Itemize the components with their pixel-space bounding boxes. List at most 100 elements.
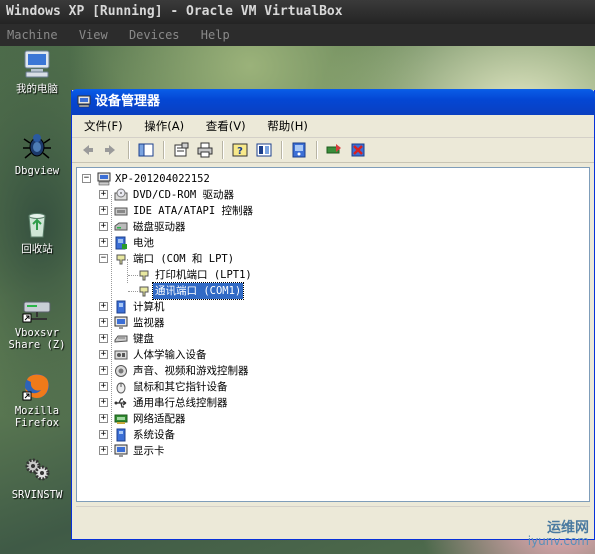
desktop-icon-label: SRVINSTW — [11, 489, 63, 501]
vm-menu-view[interactable]: View — [72, 24, 115, 46]
desktop-icon-firefox[interactable]: Mozilla Firefox — [6, 370, 68, 429]
expand-icon[interactable]: + — [99, 238, 108, 247]
toolbar-separator — [128, 141, 129, 159]
display-adapter-icon — [114, 444, 128, 457]
update-driver-button[interactable] — [323, 140, 345, 160]
tree-item-label: 显示卡 — [133, 445, 165, 457]
desktop-icon-label: Dbgview — [14, 165, 60, 177]
hid-icon — [114, 350, 128, 360]
tree-item-sound[interactable]: + 声音、视频和游戏控制器 — [77, 363, 589, 379]
computer-icon — [97, 172, 111, 186]
disk-drive-icon — [114, 222, 128, 231]
tree-item-ports[interactable]: − 端口 (COM 和 LPT) — [77, 251, 589, 267]
print-button[interactable] — [194, 140, 216, 160]
uninstall-button[interactable] — [347, 140, 369, 160]
expand-icon[interactable]: + — [99, 382, 108, 391]
keyboard-icon — [114, 335, 128, 343]
tree-item-network[interactable]: + 网络适配器 — [77, 411, 589, 427]
tree-item-hid[interactable]: + 人体学输入设备 — [77, 347, 589, 363]
show-hide-tree-button[interactable] — [135, 140, 157, 160]
speaker-icon — [115, 365, 127, 377]
tree-item-disk-drives[interactable]: + 磁盘驱动器 — [77, 219, 589, 235]
monitor-icon — [114, 316, 128, 329]
tree-item-keyboard[interactable]: + 键盘 — [77, 331, 589, 347]
print-icon — [197, 142, 213, 158]
desktop-icon-srvinstw[interactable]: SRVINSTW — [6, 454, 68, 501]
desktop: 我的电脑 Dbgview 回收站 Vboxsvr Share (Z) Mozil… — [0, 46, 595, 554]
window-title: 设备管理器 — [95, 94, 161, 109]
tree-item-label: 人体学输入设备 — [133, 349, 207, 361]
tree-item-label: 打印机端口 (LPT1) — [155, 269, 252, 281]
scan-hardware-button[interactable] — [288, 140, 310, 160]
expand-icon[interactable]: + — [99, 206, 108, 215]
back-icon — [83, 145, 93, 155]
forward-icon — [105, 145, 115, 155]
tree-root[interactable]: − XP-201204022152 — [77, 171, 589, 187]
desktop-icon-recycle-bin[interactable]: 回收站 — [6, 208, 68, 255]
view-button[interactable] — [253, 140, 275, 160]
network-adapter-icon — [114, 414, 128, 424]
forward-button[interactable] — [100, 140, 122, 160]
network-drive-icon — [22, 301, 51, 323]
tree-item-computer[interactable]: + 计算机 — [77, 299, 589, 315]
tree-item-monitors[interactable]: + 监视器 — [77, 315, 589, 331]
tree-item-system[interactable]: + 系统设备 — [77, 427, 589, 443]
tree-item-label: 鼠标和其它指针设备 — [133, 381, 228, 393]
tree-item-label: 键盘 — [133, 333, 154, 345]
tree-item-battery[interactable]: + 电池 — [77, 235, 589, 251]
expand-icon[interactable]: + — [99, 350, 108, 359]
expand-icon[interactable]: + — [99, 190, 108, 199]
tree-item-label: 端口 (COM 和 LPT) — [133, 253, 235, 265]
expand-icon[interactable]: + — [99, 398, 108, 407]
expand-icon[interactable]: + — [99, 334, 108, 343]
battery-icon — [115, 236, 127, 250]
tree-item-display[interactable]: + 显示卡 — [77, 443, 589, 459]
computer-icon — [116, 300, 126, 314]
back-button[interactable] — [76, 140, 98, 160]
tree-item-mouse[interactable]: + 鼠标和其它指针设备 — [77, 379, 589, 395]
vm-menu-help[interactable]: Help — [194, 24, 237, 46]
expand-icon[interactable]: + — [99, 222, 108, 231]
tree-item-dvd[interactable]: + DVD/CD-ROM 驱动器 — [77, 187, 589, 203]
expand-icon[interactable]: + — [99, 366, 108, 375]
vm-menu-machine[interactable]: Machine — [0, 24, 65, 46]
menu-help[interactable]: 帮助(H) — [261, 115, 314, 137]
menu-action[interactable]: 操作(A) — [138, 115, 190, 137]
desktop-icon-dbgview[interactable]: Dbgview — [6, 130, 68, 177]
desktop-icon-label: 回收站 — [21, 243, 53, 255]
menu-view[interactable]: 查看(V) — [200, 115, 252, 137]
ide-controller-icon — [114, 207, 128, 216]
collapse-icon[interactable]: − — [99, 254, 108, 263]
tree-item-lpt1[interactable]: 打印机端口 (LPT1) — [77, 267, 589, 283]
device-manager-window: 设备管理器 文件(F) 操作(A) 查看(V) 帮助(H) ? − XP-201… — [71, 89, 595, 540]
expand-icon[interactable]: + — [99, 430, 108, 439]
desktop-icon-label: Vboxsvr Share (Z) — [8, 327, 66, 351]
uninstall-icon — [351, 143, 365, 157]
show-hide-tree-icon — [138, 143, 154, 157]
vm-menubar: Machine View Devices Help — [0, 24, 595, 46]
tree-item-label: 声音、视频和游戏控制器 — [133, 365, 249, 377]
desktop-icon-my-computer[interactable]: 我的电脑 — [6, 48, 68, 95]
properties-button[interactable] — [170, 140, 192, 160]
expand-icon[interactable]: + — [99, 318, 108, 327]
tree-item-label: 电池 — [133, 237, 154, 249]
tree-item-com1[interactable]: 通讯端口 (COM1) — [77, 282, 589, 300]
expand-icon[interactable]: + — [99, 446, 108, 455]
desktop-icon-vboxsvr-share[interactable]: Vboxsvr Share (Z) — [6, 292, 68, 351]
device-manager-icon — [77, 95, 91, 108]
device-tree[interactable]: − XP-201204022152 + DVD/CD-ROM 驱动器 + IDE… — [76, 167, 590, 502]
tree-item-label-selected: 通讯端口 (COM1) — [151, 282, 245, 300]
expand-icon[interactable]: + — [99, 414, 108, 423]
help-button[interactable]: ? — [229, 140, 251, 160]
tree-item-usb[interactable]: + 通用串行总线控制器 — [77, 395, 589, 411]
tree-item-label: DVD/CD-ROM 驱动器 — [133, 189, 235, 201]
vm-menu-devices[interactable]: Devices — [122, 24, 187, 46]
gear-cluster-icon — [25, 458, 50, 481]
toolbar-separator — [163, 141, 164, 159]
window-menubar: 文件(F) 操作(A) 查看(V) 帮助(H) — [72, 115, 594, 138]
tree-item-ide[interactable]: + IDE ATA/ATAPI 控制器 — [77, 203, 589, 219]
expand-icon[interactable]: + — [99, 302, 108, 311]
menu-file[interactable]: 文件(F) — [78, 115, 129, 137]
window-titlebar[interactable]: 设备管理器 — [71, 89, 595, 115]
collapse-icon[interactable]: − — [82, 174, 91, 183]
